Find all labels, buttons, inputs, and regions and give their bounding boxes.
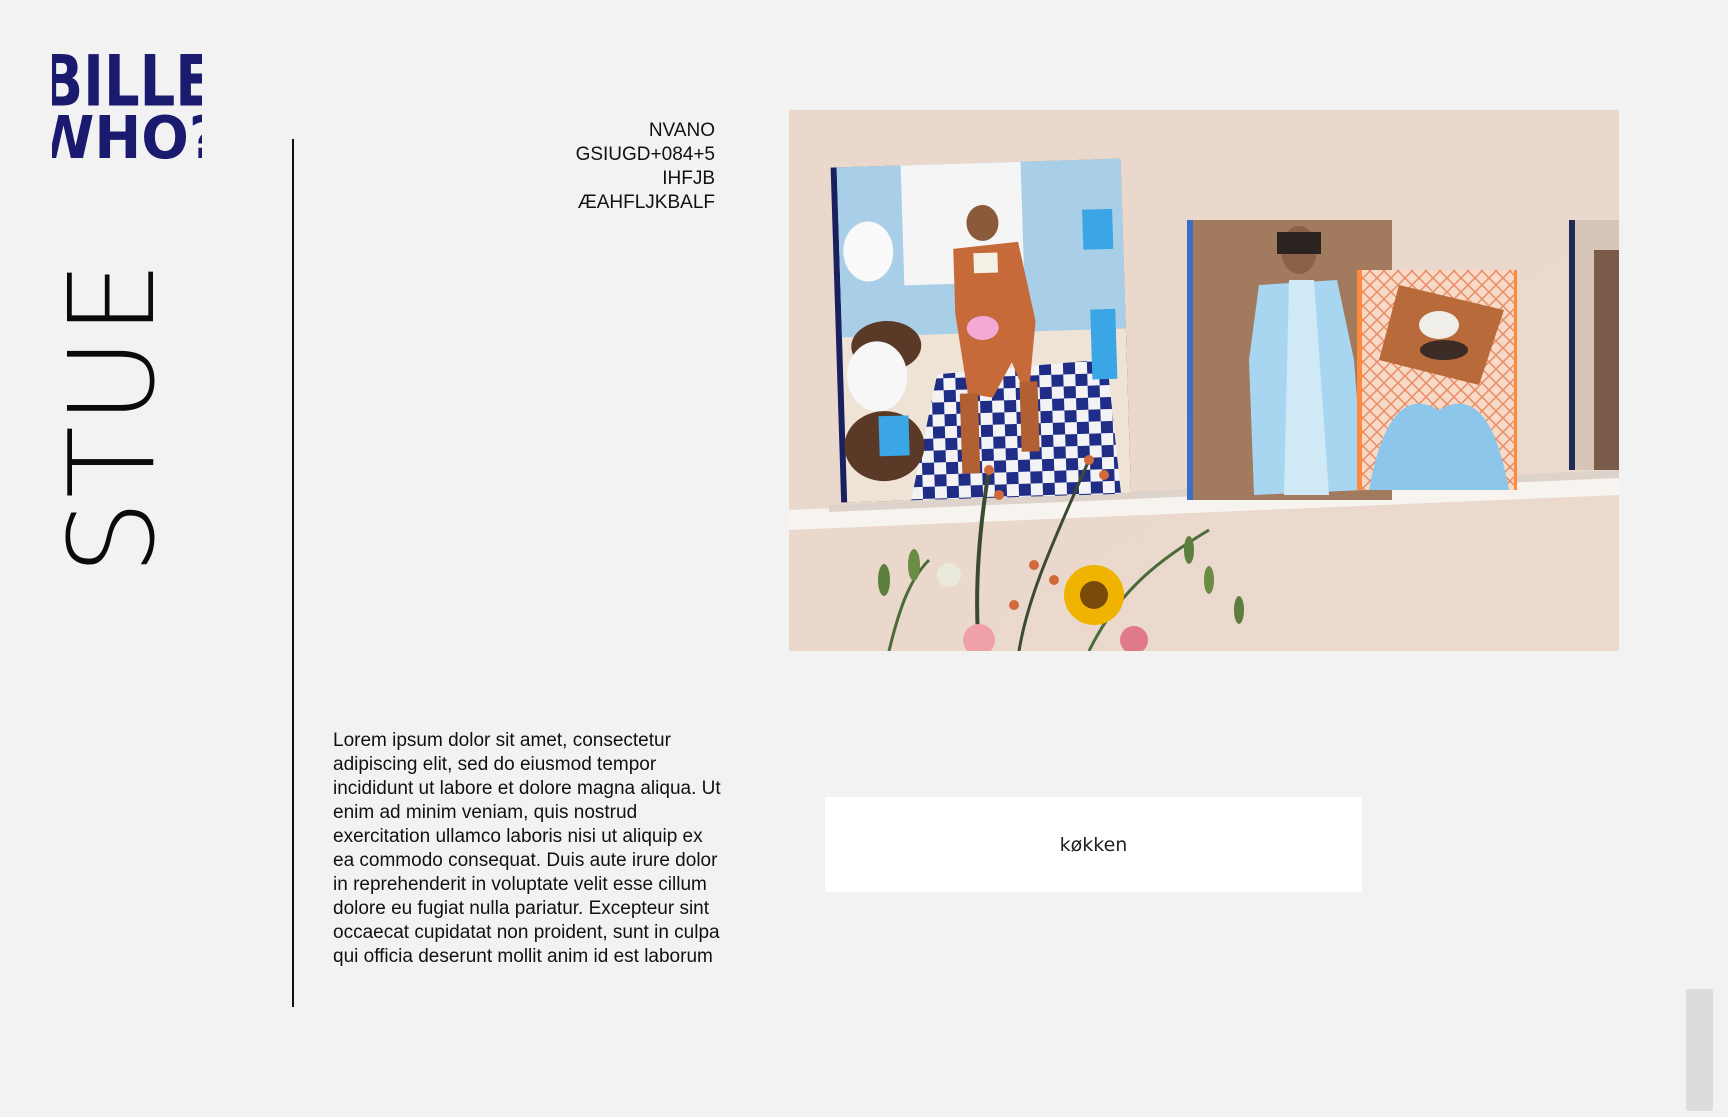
logo-badge-icon: BILLE WHO? bbox=[52, 33, 202, 187]
room-description: Lorem ipsum dolor sit amet, consectetur … bbox=[333, 730, 721, 967]
meta-info: NVANO GSIUGD+084+5 IHFJB ÆAHFLJKBALF bbox=[576, 119, 715, 215]
room-title: STUE bbox=[43, 259, 181, 575]
meta-line: GSIUGD+084+5 bbox=[575, 144, 715, 165]
vertical-divider bbox=[292, 139, 294, 1007]
scrollbar-thumb[interactable] bbox=[1686, 989, 1713, 1111]
logo-line2: WHO? bbox=[52, 104, 202, 173]
next-room-button[interactable]: køkken bbox=[825, 797, 1362, 892]
meta-line: ÆAHFLJKBALF bbox=[577, 192, 715, 213]
room-photo bbox=[789, 110, 1619, 651]
meta-line: IHFJB bbox=[662, 168, 715, 189]
meta-line: NVANO bbox=[648, 120, 715, 141]
brand-logo[interactable]: BILLE WHO? bbox=[52, 32, 202, 188]
